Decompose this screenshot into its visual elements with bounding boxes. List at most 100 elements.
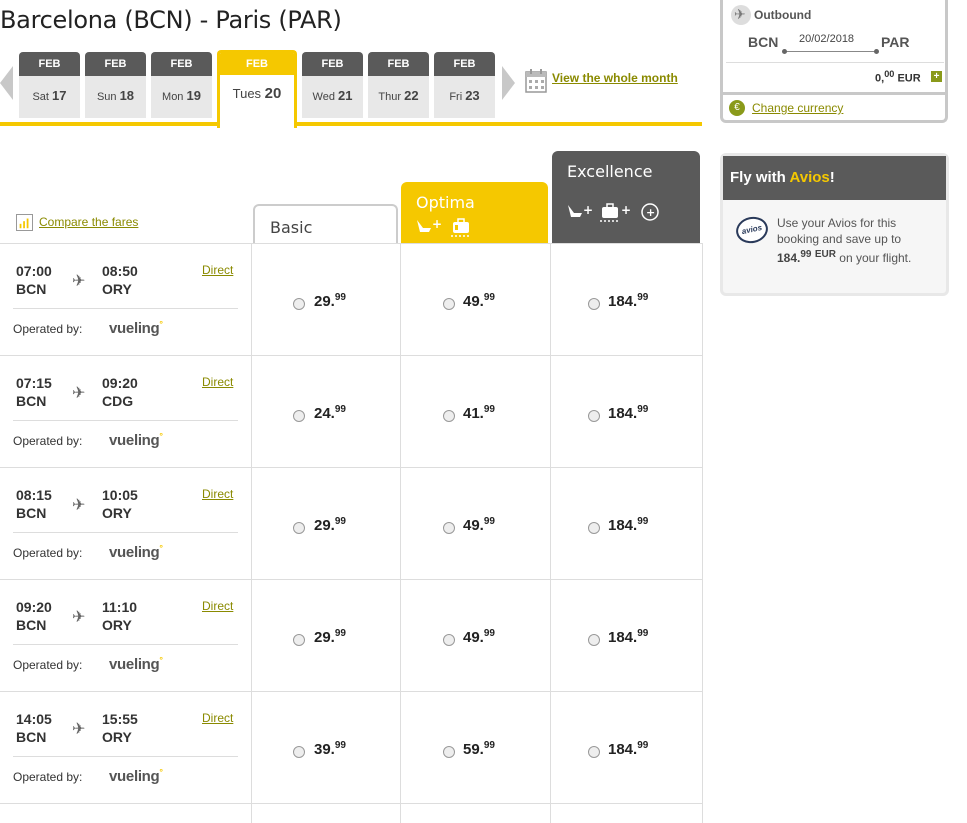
page-title: Barcelona (BCN) - Paris (PAR) (0, 6, 342, 34)
airline-logo: vueling° (109, 655, 163, 673)
view-whole-month-link[interactable]: View the whole month (552, 71, 678, 85)
fare-radio-excellence[interactable] (588, 746, 600, 758)
price-dec: 99 (334, 628, 346, 639)
fare-radio-optima[interactable] (443, 634, 455, 646)
date-dow: Sat (32, 91, 49, 103)
departure-time: 09:20 (16, 599, 52, 615)
price-dec: 99 (334, 404, 346, 415)
divider (13, 532, 238, 533)
fare-radio-basic[interactable] (293, 746, 305, 758)
svg-text:+: + (646, 206, 655, 219)
date-tab-mon-19[interactable]: FEB Mon 19 (151, 52, 212, 118)
fare-radio-basic[interactable] (293, 522, 305, 534)
date-tab-fri-23[interactable]: FEB Fri 23 (434, 52, 495, 118)
price-int: 184. (608, 741, 638, 758)
compare-chart-icon[interactable] (16, 214, 33, 231)
arrival-time: 15:55 (102, 711, 138, 727)
prev-dates-arrow-icon[interactable] (0, 66, 13, 100)
selected-date-underline (0, 122, 217, 126)
route-line (784, 51, 877, 52)
fare-optima-label: Optima (416, 193, 475, 212)
next-dates-arrow-icon[interactable] (502, 66, 515, 100)
departure-airport: BCN (16, 505, 47, 521)
plane-icon: ✈ (72, 497, 86, 514)
route-dot (782, 49, 787, 54)
departure-airport: BCN (16, 617, 47, 633)
date-month: FEB (368, 52, 429, 76)
date-day: 21 (338, 88, 353, 103)
airline-name: vueling (109, 320, 160, 337)
fare-radio-excellence[interactable] (588, 522, 600, 534)
price-basic: 39.99 (314, 740, 346, 758)
svg-text:+: + (432, 217, 442, 231)
fare-radio-excellence[interactable] (588, 298, 600, 310)
plane-icon: ✈ (72, 609, 86, 626)
compare-fares-link[interactable]: Compare the fares (39, 215, 138, 229)
departure-time: 07:00 (16, 263, 52, 279)
flight-row: 14:05 BCN ✈ 15:55 ORY Direct Operated by… (0, 691, 703, 803)
price-int: 29. (314, 629, 335, 646)
price-int: 184. (608, 629, 638, 646)
price-dec: 99 (483, 516, 495, 527)
price-int: 49. (463, 517, 484, 534)
date-day: 17 (52, 88, 67, 103)
fare-radio-optima[interactable] (443, 298, 455, 310)
outbound-label: Outbound (754, 8, 812, 22)
price-int: 49. (463, 629, 484, 646)
direct-link[interactable]: Direct (202, 263, 233, 277)
direct-link[interactable]: Direct (202, 599, 233, 613)
fare-excellence-label: Excellence (567, 162, 653, 181)
avios-save-int: 184. (777, 251, 801, 265)
date-tab-wed-21[interactable]: FEB Wed 21 (302, 52, 363, 118)
direct-link[interactable]: Direct (202, 487, 233, 501)
date-month: FEB (434, 52, 495, 76)
price-excellence: 184.99 (608, 292, 648, 310)
fare-radio-optima[interactable] (443, 746, 455, 758)
date-tab-tues-20[interactable]: FEB Tues 20 (217, 50, 297, 128)
expand-plus-icon[interactable]: + (931, 71, 942, 82)
svg-text:+: + (621, 203, 631, 217)
fare-radio-optima[interactable] (443, 410, 455, 422)
fare-radio-basic[interactable] (293, 634, 305, 646)
fare-radio-excellence[interactable] (588, 410, 600, 422)
date-dow: Mon (162, 91, 184, 103)
fare-radio-optima[interactable] (443, 522, 455, 534)
date-day: 23 (465, 88, 480, 103)
fare-basic-label: Basic (270, 218, 313, 237)
divider (13, 308, 238, 309)
selected-date-underline (295, 122, 702, 126)
price-excellence: 184.99 (608, 628, 648, 646)
divider (723, 92, 945, 95)
avios-save-dec: 99 (800, 249, 812, 260)
outbound-from: BCN (748, 34, 779, 50)
fare-radio-excellence[interactable] (588, 634, 600, 646)
price-int: 29. (314, 517, 335, 534)
departure-airport: BCN (16, 281, 47, 297)
fare-radio-basic[interactable] (293, 298, 305, 310)
price-int: 39. (314, 741, 335, 758)
arrival-airport: ORY (102, 617, 132, 633)
operated-by-label: Operated by: (13, 434, 83, 448)
date-tab-thur-22[interactable]: FEB Thur 22 (368, 52, 429, 118)
price-basic: 29.99 (314, 628, 346, 646)
operated-by-label: Operated by: (13, 322, 83, 336)
fare-radio-basic[interactable] (293, 410, 305, 422)
fare-header-excellence: Excellence + + + (552, 151, 700, 244)
arrival-time: 09:20 (102, 375, 138, 391)
date-month: FEB (302, 52, 363, 76)
divider (13, 756, 238, 757)
direct-link[interactable]: Direct (202, 375, 233, 389)
airline-logo: vueling° (109, 319, 163, 337)
price-dec: 99 (334, 516, 346, 527)
price-dec: 99 (637, 740, 649, 751)
arrival-time: 08:50 (102, 263, 138, 279)
divider (726, 62, 944, 63)
date-tab-sat-17[interactable]: FEB Sat 17 (19, 52, 80, 118)
outbound-date: 20/02/2018 (799, 33, 855, 45)
calendar-icon[interactable] (525, 68, 547, 93)
change-currency-link[interactable]: Change currency (752, 101, 843, 115)
direct-link[interactable]: Direct (202, 711, 233, 725)
date-tab-sun-18[interactable]: FEB Sun 18 (85, 52, 146, 118)
date-dow: Wed (312, 91, 335, 103)
operated-by-label: Operated by: (13, 658, 83, 672)
